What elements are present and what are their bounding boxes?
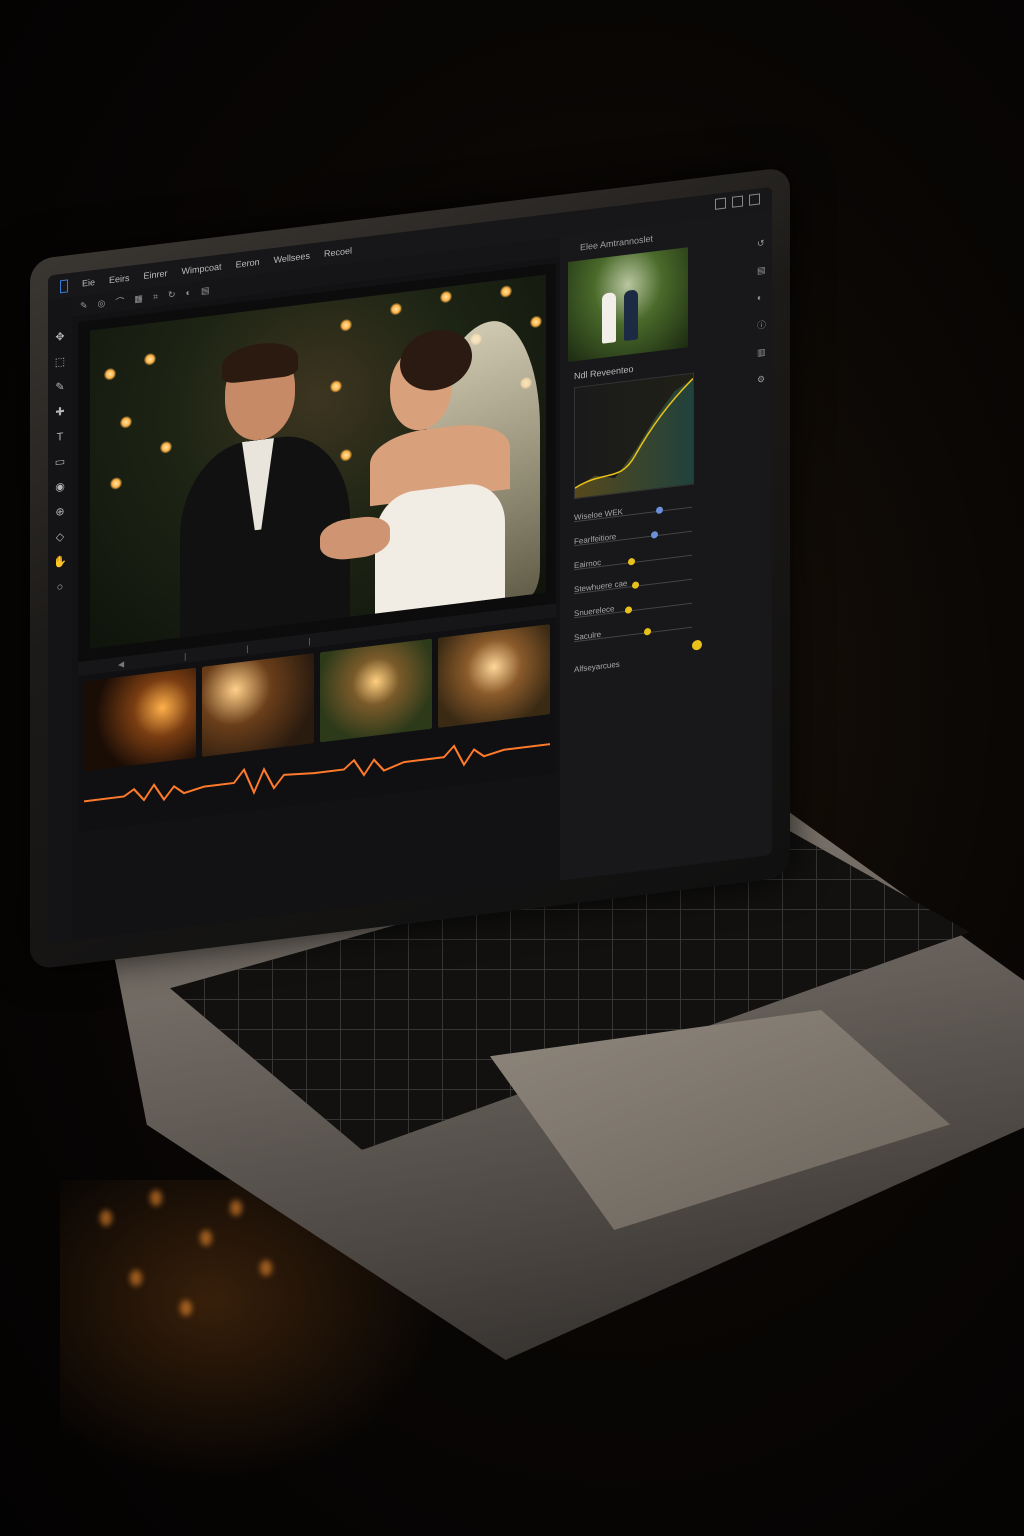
slider-knob[interactable] bbox=[625, 606, 633, 614]
reflection-light bbox=[150, 1190, 162, 1206]
slider-knob[interactable] bbox=[655, 506, 663, 515]
layers-icon[interactable]: ▤ bbox=[201, 284, 210, 296]
menu-item[interactable]: Eie bbox=[82, 277, 95, 289]
timeline-clip[interactable] bbox=[84, 667, 196, 772]
reflection-light bbox=[230, 1200, 242, 1216]
mask-icon[interactable]: ◐ bbox=[186, 287, 191, 298]
preview-bride bbox=[602, 292, 616, 344]
app-icon[interactable] bbox=[60, 278, 68, 293]
panel-title: Elee Amtrannoslet bbox=[580, 233, 654, 253]
play-icon[interactable]: ◀ bbox=[118, 659, 124, 669]
heal-icon[interactable]: ✚ bbox=[55, 406, 64, 419]
bokeh-light bbox=[120, 415, 132, 429]
adjustment-sliders: Wiseloe WEK Fearlfeitiore Eairnoc Stewhuere… bbox=[574, 489, 724, 651]
tools-sidebar: ✥ ⬚ ✎ ✚ T ▭ ◉ ⊕ ◇ ✋ ○ bbox=[48, 296, 72, 944]
bride-figure bbox=[360, 313, 546, 638]
groom-figure bbox=[180, 339, 350, 649]
minimize-icon[interactable] bbox=[715, 197, 726, 210]
footer-label: Alfseyarcues bbox=[574, 659, 620, 675]
shape-icon[interactable]: ▭ bbox=[55, 456, 65, 469]
bokeh-light bbox=[500, 284, 512, 299]
reflection-light bbox=[130, 1270, 142, 1286]
menu-item[interactable]: Eeron bbox=[236, 257, 260, 270]
window-controls bbox=[715, 193, 760, 210]
stamp-icon[interactable]: ⊕ bbox=[55, 506, 64, 519]
bokeh-light bbox=[440, 290, 452, 304]
slider-knob[interactable] bbox=[632, 581, 640, 590]
maximize-icon[interactable] bbox=[732, 195, 743, 208]
menu-item[interactable]: Eeirs bbox=[109, 273, 130, 286]
adjustments-panel: Elee Amtrannoslet ↺ ▤ ◐ ⓘ ▥ ⚙ Ndl Reveen… bbox=[560, 210, 772, 881]
lasso-icon[interactable]: ⌒ bbox=[115, 294, 124, 308]
bokeh-light bbox=[104, 367, 116, 381]
curves-graph[interactable] bbox=[574, 372, 694, 500]
marker-icon[interactable]: | bbox=[308, 636, 310, 645]
bokeh-light bbox=[110, 476, 122, 491]
marker-icon[interactable]: | bbox=[184, 651, 186, 660]
move-icon[interactable]: ✥ bbox=[55, 331, 64, 344]
preview-groom bbox=[624, 289, 638, 342]
crop-icon[interactable]: ⌗ bbox=[153, 291, 158, 303]
image-canvas[interactable] bbox=[78, 263, 556, 663]
bokeh-light bbox=[340, 448, 352, 462]
menu-item[interactable]: Wellsees bbox=[274, 251, 310, 265]
timeline-clip[interactable] bbox=[320, 638, 432, 743]
grid-icon[interactable]: ▦ bbox=[134, 293, 143, 305]
slider-knob[interactable] bbox=[644, 627, 652, 636]
marker-icon[interactable]: | bbox=[246, 644, 248, 653]
menu-item[interactable]: Einrer bbox=[144, 268, 168, 281]
select-icon[interactable]: ⬚ bbox=[55, 356, 65, 369]
close-icon[interactable] bbox=[749, 193, 760, 206]
text-icon[interactable]: T bbox=[57, 431, 64, 444]
slider-knob[interactable] bbox=[627, 557, 635, 566]
info-icon[interactable]: ⓘ bbox=[757, 318, 766, 332]
menu-item[interactable]: Recoel bbox=[324, 245, 352, 258]
bokeh-light bbox=[340, 318, 352, 332]
dark-studio-background: Eie Eeirs Einrer Wimpcoat Eeron Wellsees… bbox=[0, 0, 1024, 1536]
bokeh-light bbox=[160, 440, 172, 455]
curves-label: Ndl Reveenteo bbox=[574, 363, 634, 382]
histogram-icon[interactable]: ▥ bbox=[757, 347, 766, 359]
wedding-photo bbox=[90, 274, 546, 649]
layers-panel-icon[interactable]: ▤ bbox=[757, 265, 766, 277]
eraser-icon[interactable]: ◇ bbox=[56, 531, 64, 544]
menu-item[interactable]: Wimpcoat bbox=[182, 261, 222, 276]
eyedropper-icon[interactable]: ◉ bbox=[55, 481, 65, 494]
timeline-clip[interactable] bbox=[202, 653, 314, 757]
slider-knob[interactable] bbox=[651, 530, 659, 539]
reflection-light bbox=[180, 1300, 192, 1316]
brush-icon[interactable]: ✎ bbox=[80, 299, 88, 311]
brush-tool-icon[interactable]: ✎ bbox=[55, 381, 64, 394]
rotate-icon[interactable]: ↻ bbox=[168, 289, 176, 301]
bokeh-light bbox=[144, 352, 156, 367]
zoom-icon[interactable]: ◎ bbox=[98, 297, 106, 309]
color-icon[interactable]: ◐ bbox=[757, 292, 766, 303]
reflection-light bbox=[100, 1210, 112, 1226]
settings-icon[interactable]: ⚙ bbox=[757, 374, 766, 386]
history-icon[interactable]: ↺ bbox=[757, 238, 766, 250]
panel-icons: ↺ ▤ ◐ ⓘ ▥ ⚙ bbox=[757, 238, 766, 386]
reflection-light bbox=[260, 1260, 272, 1276]
hand-icon[interactable]: ✋ bbox=[53, 555, 67, 569]
accent-color-swatch[interactable] bbox=[692, 639, 702, 651]
laptop-lid: Eie Eeirs Einrer Wimpcoat Eeron Wellsees… bbox=[30, 166, 790, 971]
reflection-light bbox=[200, 1230, 212, 1246]
bokeh-light bbox=[390, 302, 402, 316]
timeline-clip[interactable] bbox=[438, 624, 550, 728]
zoom-tool-icon[interactable]: ○ bbox=[57, 581, 64, 594]
laptop-screen: Eie Eeirs Einrer Wimpcoat Eeron Wellsees… bbox=[48, 186, 772, 944]
navigator-preview[interactable] bbox=[568, 247, 688, 362]
